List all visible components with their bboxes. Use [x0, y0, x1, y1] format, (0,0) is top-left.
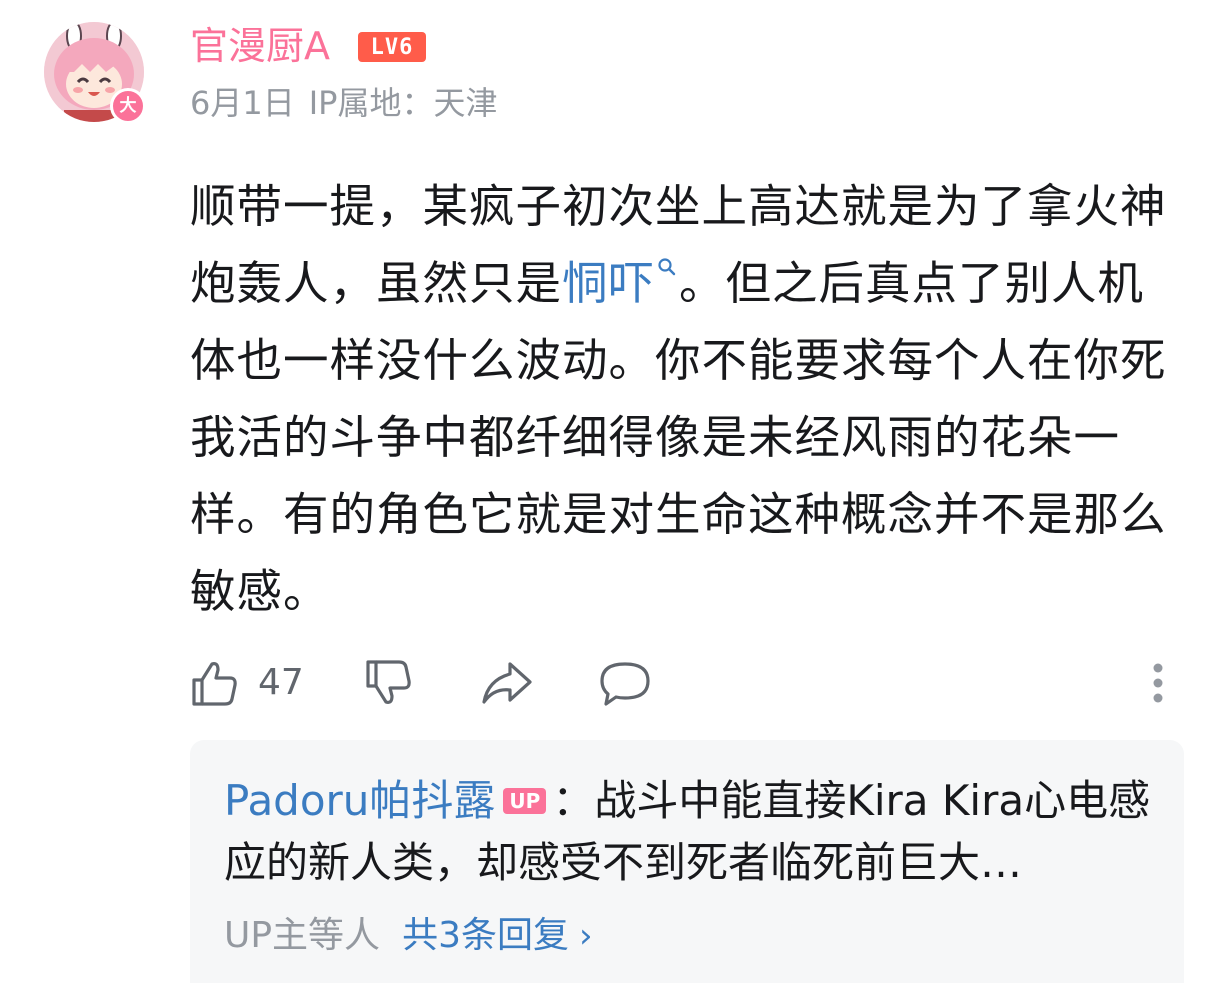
search-link[interactable]: 恫吓: [562, 257, 679, 310]
reply-footer[interactable]: UP主等人 共3条回复 ›: [224, 912, 593, 960]
comment-content: 顺带一提，某疯子初次坐上高达就是为了拿火神炮轰人，虽然只是恫吓 。但之后真点了别人…: [190, 168, 1190, 630]
more-vertical-icon: [1153, 663, 1163, 703]
username[interactable]: 官漫厨A: [190, 22, 330, 70]
reply-total[interactable]: 共3条回复: [402, 915, 569, 956]
vip-badge: 大: [110, 88, 146, 124]
reply-button[interactable]: [598, 655, 652, 711]
thumb-down-icon: [366, 660, 411, 704]
search-link-text: 恫吓: [562, 257, 656, 310]
comment-meta: 6月1日 IP属地：天津: [190, 82, 497, 124]
reply-preview[interactable]: Padoru帕抖露 UP ：战斗中能直接Kira Kira心电感应的新人类，却感受不…: [224, 770, 1154, 894]
comment-item: 大 官漫厨A LV6 6月1日 IP属地：天津 顺带一提，某疯子初次坐上高达就是为…: [0, 0, 1224, 983]
up-badge: UP: [503, 787, 547, 814]
replies-preview[interactable]: Padoru帕抖露 UP ：战斗中能直接Kira Kira心电感应的新人类，却感受不…: [190, 740, 1184, 983]
ip-location: IP属地：天津: [308, 84, 498, 122]
more-button[interactable]: [1148, 655, 1168, 711]
dislike-button[interactable]: [364, 655, 414, 711]
thumb-up-icon: [192, 662, 237, 706]
level-badge: LV6: [358, 32, 426, 62]
comment-icon: [600, 662, 650, 706]
share-button[interactable]: [480, 655, 534, 711]
replied-by: UP主等人: [224, 915, 381, 956]
content-text-after: 。但之后真点了别人机体也一样没什么波动。你不能要求每个人在你死我活的斗争中都纤细…: [190, 257, 1167, 618]
like-count: 47: [258, 662, 304, 703]
reply-username[interactable]: Padoru帕抖露: [224, 776, 495, 825]
chevron-right-icon: ›: [578, 916, 593, 956]
comment-date: 6月1日: [190, 84, 295, 122]
share-icon: [482, 662, 532, 704]
action-bar: 47: [190, 655, 1184, 711]
like-button[interactable]: 47: [190, 655, 304, 711]
search-icon: [658, 258, 676, 276]
